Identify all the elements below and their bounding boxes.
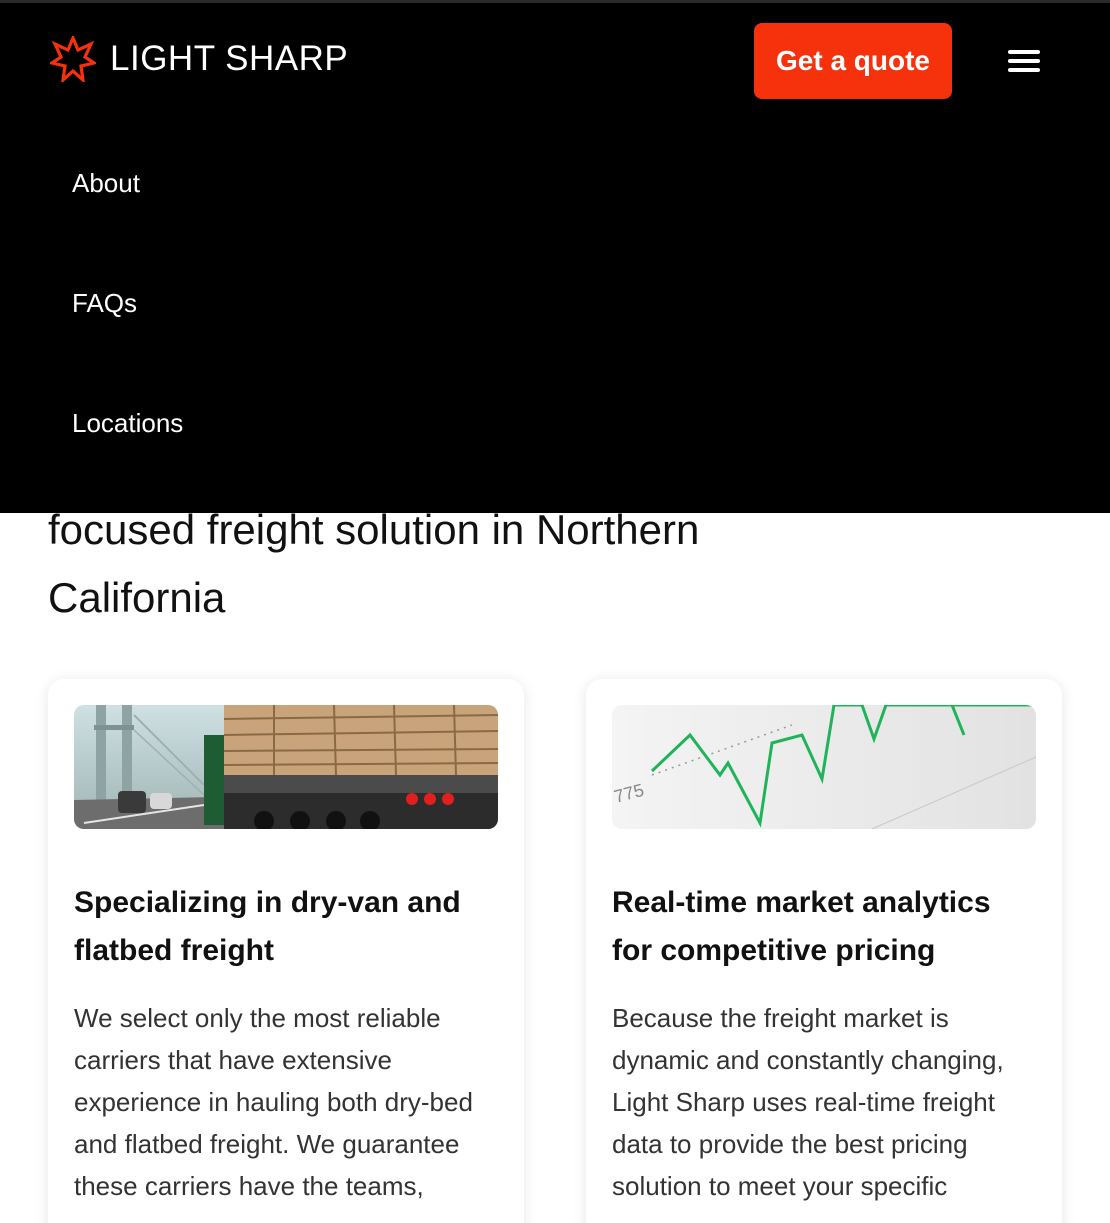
flatbed-truck-image: [74, 705, 498, 829]
card-body-line: carriers that have extensive: [74, 1045, 392, 1075]
card-body-line: data to provide the best pricing: [612, 1129, 968, 1159]
menu-bar: [1008, 68, 1040, 72]
market-chart-image: 775: [612, 705, 1036, 829]
starburst-logo-icon: [50, 36, 96, 82]
page: focused freight solution in Northern Cal…: [0, 0, 1110, 1223]
feature-card-market-analytics: 775 Real-time market analytics for compe…: [586, 679, 1062, 1223]
card-body: We select only the most reliable carrier…: [74, 997, 504, 1207]
hamburger-menu-icon[interactable]: [1002, 42, 1046, 80]
brand-name: LIGHT SHARP: [110, 39, 349, 78]
mobile-nav-menu: LIGHT SHARP Get a quote About FAQs Locat…: [0, 0, 1110, 513]
card-title-line-2: flatbed freight: [74, 934, 274, 967]
nav-item-about[interactable]: About: [72, 168, 140, 199]
card-body-line: We select only the most reliable: [74, 1003, 441, 1033]
card-body-line: dynamic and constantly changing,: [612, 1045, 1004, 1075]
menu-bar: [1008, 59, 1040, 63]
get-a-quote-button[interactable]: Get a quote: [754, 23, 952, 99]
hero-heading-line-1: focused freight solution in Northern: [48, 506, 700, 553]
card-body-line: and flatbed freight. We guarantee: [74, 1129, 460, 1159]
card-body-line: these carriers have the teams,: [74, 1171, 424, 1201]
feature-card-dry-van: Specializing in dry-van and flatbed frei…: [48, 679, 524, 1223]
card-title: Specializing in dry-van and flatbed frei…: [74, 879, 494, 975]
top-border: [0, 0, 1110, 3]
card-body-line: Because the freight market is: [612, 1003, 949, 1033]
card-body-line: experience in hauling both dry-bed: [74, 1087, 473, 1117]
card-title: Real-time market analytics for competiti…: [612, 879, 1032, 975]
nav-item-locations[interactable]: Locations: [72, 408, 183, 439]
card-body: Because the freight market is dynamic an…: [612, 997, 1042, 1207]
card-title-line-1: Real-time market analytics: [612, 886, 991, 919]
card-title-line-1: Specializing in dry-van and: [74, 886, 461, 919]
card-title-line-2: for competitive pricing: [612, 934, 936, 967]
brand-logo[interactable]: LIGHT SHARP: [50, 36, 348, 82]
nav-item-faqs[interactable]: FAQs: [72, 288, 137, 319]
card-body-line: Light Sharp uses real-time freight: [612, 1087, 995, 1117]
menu-bar: [1008, 50, 1040, 54]
card-body-line: solution to meet your specific: [612, 1171, 948, 1201]
hero-heading-line-2: California: [48, 574, 226, 621]
